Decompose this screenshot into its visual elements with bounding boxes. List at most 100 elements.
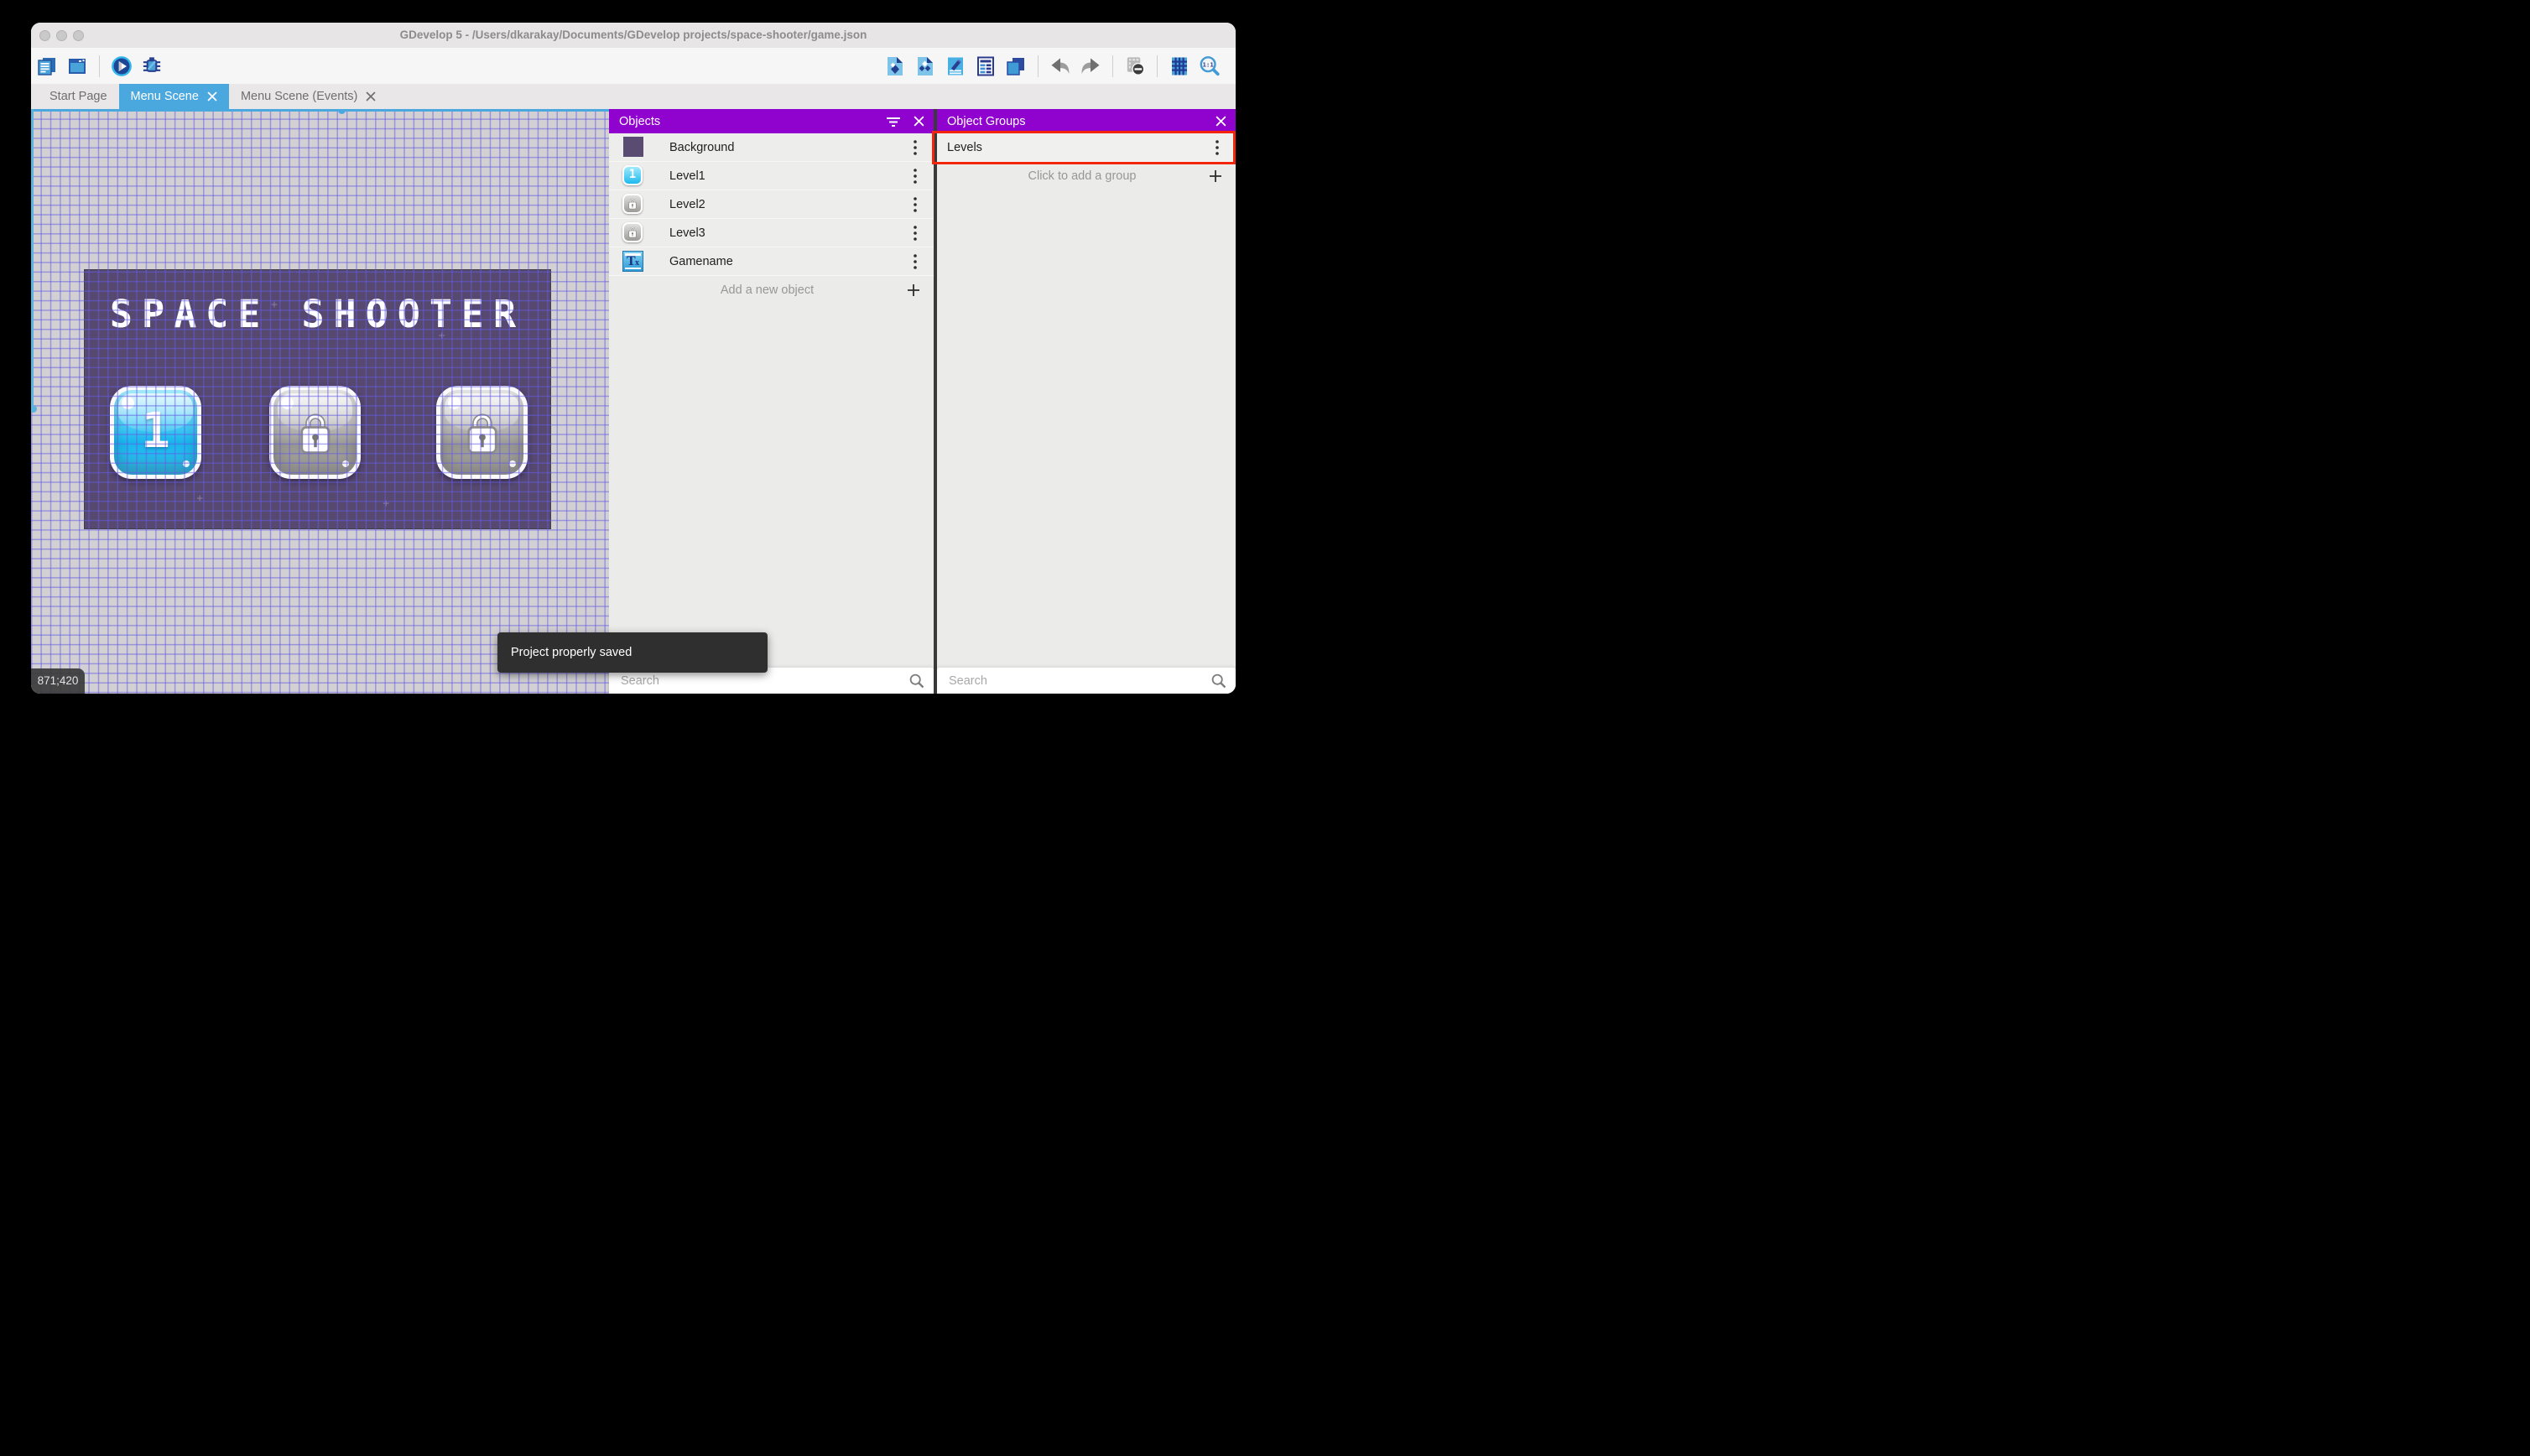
objects-panel-title: Objects	[619, 114, 661, 128]
object-menu-icon[interactable]	[905, 223, 925, 243]
object-menu-icon[interactable]	[905, 195, 925, 215]
toolbar-separator	[99, 55, 100, 77]
zoom-1-1-icon[interactable]: 1:1	[1199, 55, 1221, 77]
tab-label: Menu Scene	[130, 90, 199, 103]
locked-thumbnail-icon	[622, 194, 643, 215]
toolbar-separator	[1112, 55, 1113, 77]
group-name: Levels	[947, 140, 982, 154]
layers-panel-icon[interactable]	[1005, 55, 1027, 77]
object-groups-panel: Object Groups Levels Click to add a grou…	[937, 109, 1236, 694]
object-name: Level2	[669, 197, 705, 211]
tab-label: Menu Scene (Events)	[240, 90, 358, 103]
close-panel-icon[interactable]	[1210, 112, 1231, 132]
object-name: Gamename	[669, 254, 733, 268]
object-row-level1[interactable]: 1 Level1	[609, 162, 934, 190]
close-tab-icon[interactable]	[207, 91, 217, 101]
vertical-scroll-handle[interactable]	[31, 405, 37, 413]
object-name: Background	[669, 140, 735, 154]
editor-content: SPACE SHOOTER + + + + + + + 1	[31, 109, 1236, 694]
level3-button-instance[interactable]	[436, 386, 528, 479]
group-menu-icon[interactable]	[1207, 138, 1227, 158]
lock-icon	[464, 408, 501, 455]
editor-tabbar: Start Page Menu Scene Menu Scene (Events…	[31, 84, 1236, 109]
groups-search	[937, 668, 1236, 694]
object-row-level2[interactable]: Level2	[609, 190, 934, 219]
project-manager-icon[interactable]	[36, 55, 58, 77]
instances-list-icon[interactable]	[975, 55, 997, 77]
groups-search-input[interactable]	[937, 668, 1236, 694]
bubble-decoration	[342, 460, 349, 467]
objects-panel: Objects Background 1 Level1 Level2 Level…	[609, 109, 934, 694]
close-panel-icon[interactable]	[908, 112, 929, 132]
background-thumbnail-icon	[622, 137, 643, 158]
objects-panel-icon[interactable]	[884, 55, 906, 77]
gamename-text-instance[interactable]: SPACE SHOOTER	[85, 292, 550, 336]
add-object-label: Add a new object	[720, 283, 815, 297]
objects-panel-header: Objects	[609, 109, 934, 133]
plus-icon	[903, 280, 924, 300]
toolbar-separator	[1157, 55, 1158, 77]
window-mask-icon[interactable]	[1124, 55, 1146, 77]
toast-message: Project properly saved	[511, 646, 632, 659]
star-decoration: +	[438, 329, 445, 342]
bubble-decoration	[281, 397, 294, 409]
object-name: Level3	[669, 226, 705, 240]
preview-play-icon[interactable]	[111, 55, 133, 77]
level1-button-instance[interactable]: 1	[110, 386, 201, 479]
level1-thumbnail-icon: 1	[622, 165, 643, 186]
group-row-levels[interactable]: Levels	[937, 133, 1236, 162]
add-group-button[interactable]: Click to add a group	[937, 162, 1236, 190]
star-decoration: +	[196, 491, 204, 505]
star-decoration: +	[271, 298, 278, 311]
object-groups-panel-icon[interactable]	[914, 55, 936, 77]
window-title: GDevelop 5 - /Users/dkarakay/Documents/G…	[399, 29, 867, 41]
titlebar: GDevelop 5 - /Users/dkarakay/Documents/G…	[31, 23, 1236, 49]
debug-icon[interactable]	[141, 55, 163, 77]
main-toolbar: 1:1	[31, 48, 1236, 84]
vertical-scroll-indicator[interactable]	[31, 109, 37, 413]
object-row-level3[interactable]: Level3	[609, 219, 934, 247]
toolbar-separator	[1038, 55, 1039, 77]
svg-text:1:1: 1:1	[1202, 60, 1214, 68]
grid-icon[interactable]	[1169, 55, 1190, 77]
locked-thumbnail-icon	[622, 222, 643, 243]
filter-icon[interactable]	[883, 112, 903, 132]
star-decoration: +	[383, 497, 390, 511]
object-menu-icon[interactable]	[905, 166, 925, 186]
undo-icon[interactable]	[1049, 55, 1071, 77]
bubble-decoration	[448, 397, 461, 409]
close-tab-icon[interactable]	[366, 91, 376, 101]
object-menu-icon[interactable]	[905, 138, 925, 158]
redo-icon[interactable]	[1080, 55, 1101, 77]
lock-icon	[297, 408, 334, 455]
cursor-coordinates-badge: 871;420	[31, 668, 85, 694]
bubble-decoration	[183, 460, 190, 467]
save-toast: Project properly saved	[497, 632, 768, 673]
window-icon[interactable]	[66, 55, 88, 77]
object-groups-panel-header: Object Groups	[937, 109, 1236, 133]
horizontal-scroll-indicator[interactable]	[31, 109, 609, 114]
search-icon	[1210, 673, 1227, 689]
level2-button-instance[interactable]	[269, 386, 361, 479]
bubble-decoration	[122, 397, 134, 409]
object-row-gamename[interactable]: Tx Gamename	[609, 247, 934, 276]
search-icon	[908, 673, 925, 689]
object-row-background[interactable]: Background	[609, 133, 934, 162]
tab-start-page[interactable]: Start Page	[38, 84, 119, 109]
bubble-decoration	[509, 460, 516, 467]
tab-menu-scene[interactable]: Menu Scene	[118, 84, 229, 109]
properties-panel-icon[interactable]	[945, 55, 966, 77]
object-groups-panel-title: Object Groups	[947, 114, 1026, 128]
scene-canvas[interactable]: SPACE SHOOTER + + + + + + + 1	[31, 109, 609, 694]
add-group-label: Click to add a group	[1028, 169, 1137, 183]
tab-label: Start Page	[49, 90, 107, 103]
object-name: Level1	[669, 169, 705, 183]
horizontal-scroll-handle[interactable]	[338, 109, 346, 114]
scene-background-instance[interactable]: SPACE SHOOTER + + + + + + + 1	[84, 269, 551, 529]
object-menu-icon[interactable]	[905, 252, 925, 272]
plus-icon	[1205, 166, 1226, 186]
app-window: GDevelop 5 - /Users/dkarakay/Documents/G…	[31, 23, 1236, 694]
text-object-icon: Tx	[622, 251, 643, 272]
tab-menu-scene-events[interactable]: Menu Scene (Events)	[229, 84, 388, 109]
add-object-button[interactable]: Add a new object	[609, 276, 934, 304]
